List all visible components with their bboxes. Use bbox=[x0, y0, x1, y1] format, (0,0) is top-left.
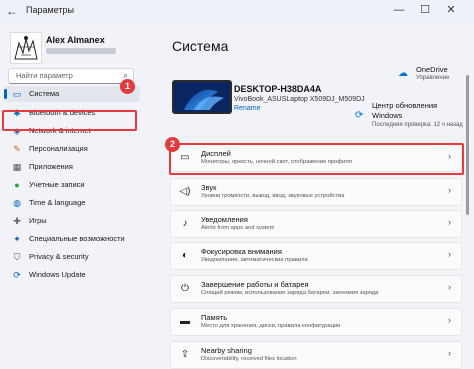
card-focus[interactable]: ◐ Фокусировка внимания Уведомления, автома… bbox=[170, 242, 462, 270]
card-description: Уровни громкости, вывод, ввод, звуковые … bbox=[201, 193, 345, 199]
user-name: Alex Almanex bbox=[46, 35, 105, 45]
sidebar-item-accessibility[interactable]: ✦ Специальные возможности bbox=[4, 231, 140, 247]
device-name: DESKTOP-H38DA4A bbox=[234, 84, 322, 94]
sidebar: Alex Almanex Найти параметр ⌕ ▭ Система ✱ B… bbox=[0, 24, 168, 369]
card-title: Nearby sharing bbox=[201, 346, 252, 355]
shield-icon: ⛉ bbox=[13, 252, 21, 262]
card-description: Alerts from apps and system bbox=[201, 225, 275, 231]
card-storage[interactable]: ▬ Память Место для хранения, диски, правил… bbox=[170, 308, 462, 336]
windows-wallpaper-icon bbox=[174, 82, 230, 112]
sidebar-item-update[interactable]: ⟳ Windows Update bbox=[4, 267, 140, 283]
windows-update-icon: ⟳ bbox=[355, 110, 364, 121]
card-title: Уведомления bbox=[201, 215, 248, 224]
title-bar: ← Параметры — ☐ ✕ bbox=[0, 0, 474, 24]
sidebar-item-label: Система bbox=[29, 89, 60, 98]
chevron-right-icon: › bbox=[448, 348, 451, 358]
onedrive-icon: ☁ bbox=[398, 68, 408, 79]
storage-icon: ▬ bbox=[180, 316, 190, 327]
step-badge-1: 1 bbox=[120, 79, 135, 94]
maximize-button[interactable]: ☐ bbox=[414, 0, 436, 20]
highlight-display bbox=[169, 143, 464, 175]
sidebar-item-label: Игры bbox=[29, 216, 47, 225]
onedrive-manage-link[interactable]: Управление bbox=[416, 75, 449, 81]
sidebar-item-label: Приложения bbox=[29, 162, 73, 171]
back-arrow-icon[interactable]: ← bbox=[4, 3, 20, 19]
step-badge-2: 2 bbox=[165, 137, 180, 152]
sidebar-item-label: Windows Update bbox=[29, 270, 86, 279]
sidebar-item-apps[interactable]: ▦ Приложения bbox=[4, 159, 140, 175]
card-title: Звук bbox=[201, 183, 217, 192]
window-title: Параметры bbox=[26, 5, 74, 15]
search-placeholder: Найти параметр bbox=[16, 71, 73, 80]
card-description: Спящий режим, использование заряда батар… bbox=[201, 290, 379, 296]
chevron-right-icon: › bbox=[448, 249, 451, 259]
card-bell[interactable]: ♪ Уведомления Alerts from apps and system › bbox=[170, 210, 462, 238]
sidebar-item-label: Time & language bbox=[29, 198, 86, 207]
card-speaker[interactable]: ◁) Звук Уровни громкости, вывод, ввод, зву… bbox=[170, 178, 462, 206]
globe-icon: ◍ bbox=[13, 198, 21, 208]
avatar-image-icon bbox=[11, 33, 41, 63]
sidebar-item-person[interactable]: ● Учетные записи bbox=[4, 177, 140, 193]
search-input[interactable]: Найти параметр ⌕ bbox=[8, 68, 134, 84]
focus-icon: ◐ bbox=[181, 250, 189, 261]
card-description: Discoverability, received files location bbox=[201, 356, 297, 362]
chevron-right-icon: › bbox=[448, 217, 451, 227]
sidebar-item-label: Privacy & security bbox=[29, 252, 89, 261]
chevron-right-icon: › bbox=[448, 282, 451, 292]
person-icon: ● bbox=[14, 180, 20, 190]
card-title: Фокусировка внимания bbox=[201, 247, 282, 256]
card-title: Память bbox=[201, 313, 228, 322]
highlight-system bbox=[2, 110, 137, 131]
device-image bbox=[172, 80, 232, 114]
chevron-right-icon: › bbox=[448, 315, 451, 325]
windows-update-status: Последняя проверка: 12 ч назад bbox=[372, 122, 463, 128]
settings-window: ← Параметры — ☐ ✕ Alex Almanex Найти пар… bbox=[0, 0, 474, 369]
device-model: VivoBook_ASUSLaptop X509DJ_M509DJ bbox=[234, 96, 365, 103]
minimize-button[interactable]: — bbox=[388, 0, 410, 20]
update-icon: ⟳ bbox=[13, 270, 21, 280]
sidebar-item-gamepad[interactable]: ✚ Игры bbox=[4, 213, 140, 229]
card-description: Уведомления, автоматические правила bbox=[201, 257, 308, 263]
windows-update-title[interactable]: Центр обновления Windows bbox=[372, 101, 442, 121]
apps-icon: ▦ bbox=[12, 162, 22, 172]
sidebar-item-shield[interactable]: ⛉ Privacy & security bbox=[4, 249, 140, 265]
onedrive-title[interactable]: OneDrive bbox=[416, 65, 448, 74]
sidebar-item-globe[interactable]: ◍ Time & language bbox=[4, 195, 140, 211]
avatar[interactable] bbox=[10, 32, 42, 64]
bell-icon: ♪ bbox=[182, 218, 188, 229]
monitor-icon: ▭ bbox=[12, 89, 22, 99]
card-share[interactable]: ⇪ Nearby sharing Discoverability, received… bbox=[170, 341, 462, 369]
power-icon: ⏻ bbox=[181, 283, 189, 294]
share-icon: ⇪ bbox=[180, 349, 190, 360]
accessibility-icon: ✦ bbox=[13, 234, 21, 244]
brush-icon: ✎ bbox=[13, 144, 21, 154]
chevron-right-icon: › bbox=[448, 185, 451, 195]
close-button[interactable]: ✕ bbox=[440, 0, 462, 20]
page-title: Система bbox=[172, 38, 229, 54]
card-power[interactable]: ⏻ Завершение работы и батарея Спящий режим… bbox=[170, 275, 462, 303]
sidebar-item-label: Учетные записи bbox=[29, 180, 85, 189]
user-email-redacted bbox=[46, 48, 116, 54]
gamepad-icon: ✚ bbox=[13, 216, 21, 226]
sidebar-item-label: Персонализация bbox=[29, 144, 88, 153]
rename-link[interactable]: Rename bbox=[234, 105, 260, 112]
scrollbar[interactable] bbox=[466, 75, 469, 215]
speaker-icon: ◁) bbox=[179, 186, 191, 197]
sidebar-item-label: Специальные возможности bbox=[29, 234, 125, 243]
card-description: Место для хранения, диски, правила конфи… bbox=[201, 323, 341, 329]
sidebar-item-brush[interactable]: ✎ Персонализация bbox=[4, 141, 140, 157]
card-title: Завершение работы и батарея bbox=[201, 280, 309, 289]
